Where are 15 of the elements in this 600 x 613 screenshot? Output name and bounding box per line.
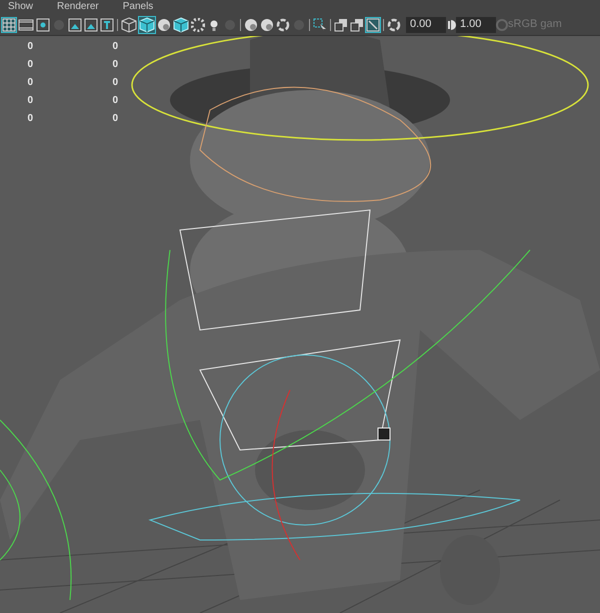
hud-value: 0 [26,58,34,71]
hud-value: 0 [111,40,119,53]
menu-item[interactable]: Renderer [57,2,99,12]
hud-value: 0 [111,58,119,71]
hud-value: 0 [111,76,119,89]
hud-value: 0 [111,112,119,125]
menu-item[interactable]: Show [8,2,34,12]
gamma-field[interactable]: 1.00 [456,16,496,32]
hud-value: 0 [26,40,34,53]
exposure-field[interactable]: 0.00 [406,16,446,32]
hud-value: 0 [26,94,34,107]
menu-item[interactable]: Panels [122,2,154,12]
hud-value: 0 [26,112,34,125]
hud-value: 0 [26,76,34,89]
hud-value: 0 [111,94,119,107]
